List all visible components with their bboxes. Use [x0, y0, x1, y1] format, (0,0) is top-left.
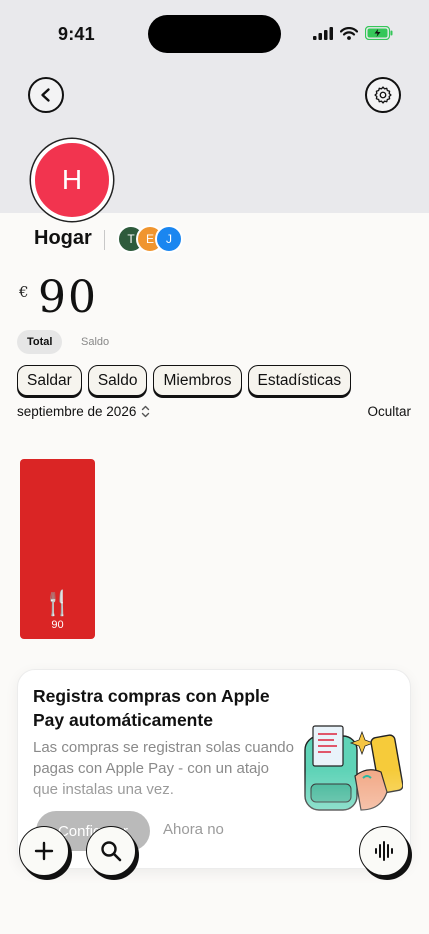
dynamic-island — [148, 15, 281, 53]
waveform-icon — [375, 841, 393, 861]
category-utensils-icon: 🍴 — [43, 589, 73, 617]
payment-terminal-illustration — [304, 725, 403, 811]
status-icons — [313, 26, 393, 40]
promo-body: Las compras se registran solas cuando pa… — [33, 739, 294, 798]
month-label: septiembre de 2026 — [17, 404, 137, 419]
chevron-up-down-icon — [142, 405, 150, 418]
search-icon — [101, 841, 122, 862]
saldo-button[interactable]: Saldo — [87, 365, 148, 396]
toggle-total[interactable]: Total — [17, 330, 63, 354]
hide-button[interactable]: Ocultar — [367, 404, 411, 419]
bar-value-label: 90 — [51, 619, 63, 631]
member-avatar: J — [155, 225, 183, 253]
wifi-icon — [340, 26, 358, 40]
chevron-left-icon — [41, 88, 50, 102]
plus-icon — [34, 841, 54, 861]
spending-chart: 🍴 90 — [20, 459, 95, 639]
member-avatars[interactable]: T E J — [117, 225, 187, 253]
action-chips: Saldar Saldo Miembros Estadísticas — [17, 365, 352, 396]
apple-pay-promo-card: Registra compras con Apple Pay automátic… — [17, 669, 411, 869]
saldar-button[interactable]: Saldar — [17, 365, 82, 396]
add-expense-button[interactable] — [19, 826, 69, 876]
currency-symbol: € — [19, 283, 29, 301]
gear-icon — [374, 86, 392, 104]
settings-button[interactable] — [365, 77, 401, 113]
divider — [104, 230, 105, 250]
promo-title: Registra compras con Apple Pay automátic… — [33, 686, 270, 730]
not-now-button[interactable]: Ahora no — [163, 821, 224, 838]
total-amount: 90 — [38, 272, 98, 323]
group-avatar[interactable]: H — [31, 139, 113, 221]
battery-icon — [365, 26, 393, 40]
month-selector[interactable]: septiembre de 2026 — [17, 404, 150, 419]
voice-input-button[interactable] — [359, 826, 409, 876]
status-time: 9:41 — [58, 24, 95, 44]
search-button[interactable] — [86, 826, 136, 876]
group-name[interactable]: Hogar — [34, 227, 92, 250]
signal-icon — [313, 26, 333, 40]
toggle-saldo[interactable]: Saldo — [81, 330, 109, 354]
miembros-button[interactable]: Miembros — [153, 365, 242, 396]
avatar-letter: H — [61, 164, 83, 195]
back-button[interactable] — [28, 77, 64, 113]
estadisticas-button[interactable]: Estadísticas — [247, 365, 352, 396]
